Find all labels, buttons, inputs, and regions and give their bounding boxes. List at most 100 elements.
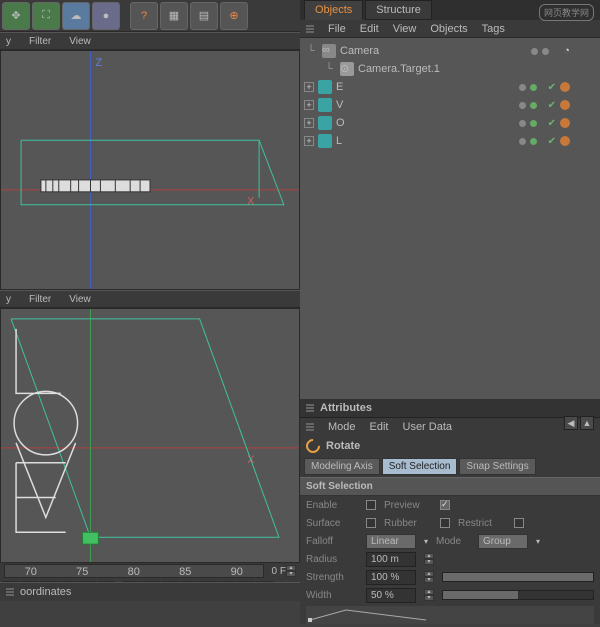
nav-back-icon[interactable]: ◀ <box>564 416 578 430</box>
tree-row-e[interactable]: + E ✔ <box>304 78 596 96</box>
timeline-ruler-bar: 70 75 80 85 90 0 F ▴▾ <box>0 563 300 579</box>
tick-85: 85 <box>179 566 191 578</box>
expand-icon[interactable]: + <box>304 100 314 110</box>
expand-icon[interactable]: + <box>304 118 314 128</box>
viewport-top-menu: y Filter View <box>0 32 300 50</box>
dropdown-mode[interactable]: Group <box>478 534 528 549</box>
checkbox-surface[interactable] <box>366 518 376 528</box>
tool-name: Rotate <box>326 440 360 452</box>
text-obj-icon <box>318 98 332 112</box>
input-width[interactable]: 50 % <box>366 588 416 603</box>
checkbox-rubber[interactable] <box>440 518 450 528</box>
menu-filter-2[interactable]: Filter <box>29 294 51 305</box>
grip-icon[interactable] <box>306 404 314 412</box>
dropdown-falloff[interactable]: Linear <box>366 534 416 549</box>
tree-row-l[interactable]: + L ✔ <box>304 132 596 150</box>
label-restrict: Restrict <box>458 518 506 529</box>
grip-icon[interactable] <box>306 25 314 33</box>
subtab-snap-settings[interactable]: Snap Settings <box>459 458 535 475</box>
menu-view-p[interactable]: View <box>393 23 417 35</box>
text-obj-icon <box>318 80 332 94</box>
help-icon[interactable]: ? <box>130 2 158 30</box>
tick-90: 90 <box>231 566 243 578</box>
subtab-soft-selection[interactable]: Soft Selection <box>382 458 458 475</box>
watermark: 网页教学网 <box>539 4 594 21</box>
expand-icon[interactable]: + <box>304 136 314 146</box>
input-radius[interactable]: 100 m <box>366 552 416 567</box>
nav-up-icon[interactable]: ▲ <box>580 416 594 430</box>
menu-y[interactable]: y <box>6 36 11 47</box>
label-radius: Radius <box>306 554 358 565</box>
section-soft-selection: Soft Selection <box>300 477 600 496</box>
spinner-radius[interactable]: ▴▾ <box>424 553 434 565</box>
tree-row-o[interactable]: + O ✔ <box>304 114 596 132</box>
input-strength[interactable]: 100 % <box>366 570 416 585</box>
label-enable: Enable <box>306 500 358 511</box>
spinner-width[interactable]: ▴▾ <box>424 589 434 601</box>
menu-edit-a[interactable]: Edit <box>370 421 389 433</box>
menu-file[interactable]: File <box>328 23 346 35</box>
tree-row-v[interactable]: + V ✔ <box>304 96 596 114</box>
sphere-icon[interactable]: ● <box>92 2 120 30</box>
label-preview: Preview <box>384 500 432 511</box>
label-mode: Mode <box>436 536 470 547</box>
menu-view-2[interactable]: View <box>69 294 91 305</box>
menu-y-2[interactable]: y <box>6 294 11 305</box>
material-tag-icon[interactable] <box>560 136 570 146</box>
viewport-bottom[interactable]: X <box>0 308 300 563</box>
menu-view[interactable]: View <box>69 36 91 47</box>
falloff-curve[interactable] <box>306 606 594 624</box>
fullscreen-icon[interactable]: ⛶ <box>32 2 60 30</box>
text-obj-icon <box>318 116 332 130</box>
tick-80: 80 <box>128 566 140 578</box>
timeline-ruler[interactable]: 70 75 80 85 90 <box>4 564 264 578</box>
tree-row-target[interactable]: └ ⊙ Camera.Target.1 <box>304 60 596 78</box>
rotate-icon <box>303 436 323 456</box>
menu-mode[interactable]: Mode <box>328 421 356 433</box>
checkbox-preview[interactable] <box>440 500 450 510</box>
tree-row-camera[interactable]: └ ∞ Camera ◔ <box>304 42 596 60</box>
menu-objects[interactable]: Objects <box>430 23 467 35</box>
tick-75: 75 <box>76 566 88 578</box>
coordinates-bar: oordinates <box>0 582 300 600</box>
menu-filter[interactable]: Filter <box>29 36 51 47</box>
attr-nav: ◀ ▲ <box>564 416 594 430</box>
material-tag-icon[interactable] <box>560 82 570 92</box>
material-tag-icon[interactable] <box>560 118 570 128</box>
menu-tags[interactable]: Tags <box>482 23 505 35</box>
menu-userdata[interactable]: User Data <box>403 421 453 433</box>
tab-structure[interactable]: Structure <box>365 0 432 20</box>
camera-icon: ∞ <box>322 44 336 58</box>
menu-edit[interactable]: Edit <box>360 23 379 35</box>
label-width: Width <box>306 590 358 601</box>
tab-objects[interactable]: Objects <box>304 0 363 20</box>
grip-icon[interactable] <box>306 423 314 431</box>
subtab-modeling-axis[interactable]: Modeling Axis <box>304 458 380 475</box>
checkbox-enable[interactable] <box>366 500 376 510</box>
tool-title: Rotate <box>300 436 600 456</box>
label-strength: Strength <box>306 572 358 583</box>
tick-70: 70 <box>25 566 37 578</box>
slider-strength[interactable] <box>442 572 594 582</box>
viewport-bottom-menu: y Filter View <box>0 290 300 308</box>
spinner-strength[interactable]: ▴▾ <box>424 571 434 583</box>
expand-icon[interactable]: + <box>304 82 314 92</box>
grid-snap-icon[interactable]: ▦ <box>160 2 188 30</box>
cloud-icon[interactable]: ☁ <box>62 2 90 30</box>
attributes-header: Attributes <box>300 398 600 418</box>
attr-subtabs: Modeling Axis Soft Selection Snap Settin… <box>300 456 600 477</box>
grid-icon[interactable]: ▤ <box>190 2 218 30</box>
label-rubber: Rubber <box>384 518 432 529</box>
viewcam-icon[interactable]: ◔ <box>563 45 570 57</box>
frame-readout: 0 F <box>272 566 286 577</box>
viewport-top[interactable]: Z X <box>0 50 300 290</box>
coordinates-label: oordinates <box>20 586 71 598</box>
frame-spinner[interactable]: ▴▾ <box>286 565 296 577</box>
checkbox-restrict[interactable] <box>514 518 524 528</box>
slider-width[interactable] <box>442 590 594 600</box>
globe-icon[interactable]: ⊕ <box>220 2 248 30</box>
move-icon[interactable]: ✥ <box>2 2 30 30</box>
material-tag-icon[interactable] <box>560 100 570 110</box>
text-obj-icon <box>318 134 332 148</box>
label-surface: Surface <box>306 518 358 529</box>
